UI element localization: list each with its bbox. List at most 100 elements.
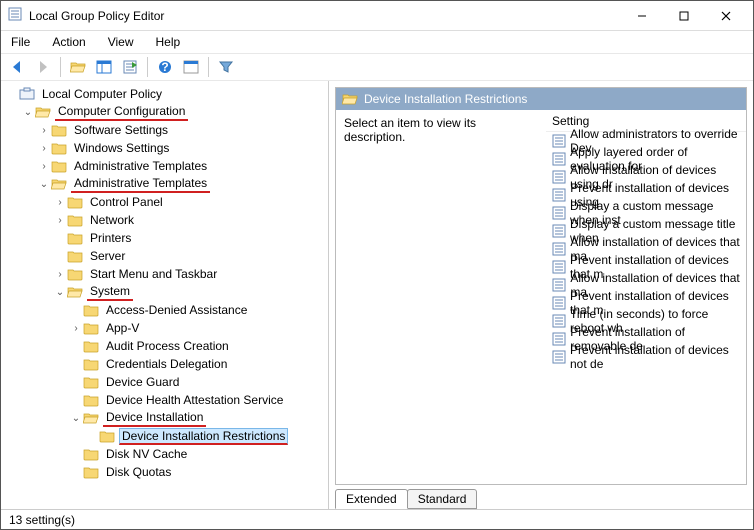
tree-item-app-v[interactable]: › App-V [69,319,328,337]
tree-item-audit-process[interactable]: Audit Process Creation [69,337,328,355]
tree-item-disk-quotas[interactable]: Disk Quotas [69,463,328,481]
root-icon [19,87,35,101]
tree-item-disk-nv-cache[interactable]: Disk NV Cache [69,445,328,463]
tree-item-root[interactable]: Local Computer Policy [5,85,328,103]
up-button[interactable] [66,55,90,79]
tree-view[interactable]: Local Computer Policy ⌄ Computer Configu… [1,81,329,509]
tree-item-start-menu[interactable]: › Start Menu and Taskbar [53,265,328,283]
policy-icon [552,350,566,364]
expand-icon[interactable]: › [37,161,51,172]
tree-item-system[interactable]: ⌄ System [53,283,328,301]
policy-icon [552,206,566,220]
folder-icon [83,375,99,389]
policy-icon [552,170,566,184]
tree-item-control-panel[interactable]: › Control Panel [53,193,328,211]
tree-item-access-denied[interactable]: Access-Denied Assistance [69,301,328,319]
tree-item-label: Start Menu and Taskbar [87,266,220,282]
tree-item-label: Administrative Templates [71,158,210,174]
content-header: Device Installation Restrictions [336,88,746,110]
expand-icon[interactable]: › [53,197,67,208]
tree-item-label: Computer Configuration [55,103,188,121]
app-icon [7,7,23,24]
tree-item-server[interactable]: Server [53,247,328,265]
tree-item-label: Windows Settings [71,140,172,156]
tree-item-label: Software Settings [71,122,171,138]
description-text: Select an item to view its description. [344,116,476,144]
collapse-icon[interactable]: ⌄ [53,287,67,298]
policy-icon [552,278,566,292]
expand-icon[interactable]: › [53,215,67,226]
back-button[interactable] [5,55,29,79]
window-title: Local Group Policy Editor [29,9,621,23]
folder-icon [35,105,51,119]
folder-icon [67,267,83,281]
tree-item-label: Access-Denied Assistance [103,302,250,318]
minimize-button[interactable] [621,2,663,30]
menu-action[interactable]: Action [48,33,89,51]
export-button[interactable] [118,55,142,79]
tree-item-device-installation-restrictions[interactable]: Device Installation Restrictions [85,427,328,445]
close-button[interactable] [705,2,747,30]
tree-item-software-settings[interactable]: › Software Settings [37,121,328,139]
content-title: Device Installation Restrictions [364,92,527,106]
folder-icon [51,177,67,191]
toolbar-separator [147,57,148,77]
tree-item-admin-templates-1[interactable]: › Administrative Templates [37,157,328,175]
toolbar-separator [60,57,61,77]
expand-icon[interactable]: › [37,125,51,136]
menu-file[interactable]: File [7,33,34,51]
tree-item-admin-templates-2[interactable]: ⌄Administrative Templates [37,175,328,193]
collapse-icon[interactable]: ⌄ [21,107,35,118]
help-button[interactable]: ? [153,55,177,79]
tree-item-label: App-V [103,320,142,336]
tree-item-label: Device Guard [103,374,182,390]
tree-item-label: Device Installation Restrictions [119,428,288,445]
maximize-button[interactable] [663,2,705,30]
tree-item-label: System [87,283,133,301]
folder-icon [51,159,67,173]
tab-standard[interactable]: Standard [407,489,478,509]
tree-item-label: Audit Process Creation [103,338,232,354]
setting-name: Prevent installation of devices not de [570,343,740,371]
policy-icon [552,152,566,166]
content-area: Device Installation Restrictions Select … [329,81,753,509]
folder-icon [83,303,99,317]
tree-item-device-guard[interactable]: Device Guard [69,373,328,391]
tree-item-network[interactable]: ›Network [53,211,328,229]
tree-item-printers[interactable]: Printers [53,229,328,247]
tree-item-label: Server [87,248,128,264]
policy-icon [552,242,566,256]
policy-icon [552,134,566,148]
filter-button[interactable] [214,55,238,79]
folder-icon [83,321,99,335]
show-hide-tree-button[interactable] [92,55,116,79]
tree-item-label: Local Computer Policy [39,86,165,102]
tree-item-credentials[interactable]: Credentials Delegation [69,355,328,373]
expand-icon[interactable]: › [69,323,83,334]
tab-extended[interactable]: Extended [335,489,408,509]
folder-icon [83,411,99,425]
properties-button[interactable] [179,55,203,79]
folder-icon [67,231,83,245]
tree-item-label: Device Health Attestation Service [103,392,286,408]
tree-item-label: Control Panel [87,194,166,210]
menu-view[interactable]: View [104,33,138,51]
policy-icon [552,224,566,238]
tree-item-computer-configuration[interactable]: ⌄ Computer Configuration [21,103,328,121]
collapse-icon[interactable]: ⌄ [69,413,83,424]
expand-icon[interactable]: › [37,143,51,154]
menu-help[interactable]: Help [152,33,185,51]
titlebar: Local Group Policy Editor [1,1,753,31]
folder-icon [83,447,99,461]
folder-icon [67,249,83,263]
setting-row[interactable]: Prevent installation of devices not de [546,348,746,366]
collapse-icon[interactable]: ⌄ [37,179,51,190]
tree-item-windows-settings[interactable]: › Windows Settings [37,139,328,157]
forward-button[interactable] [31,55,55,79]
tree-item-device-health[interactable]: Device Health Attestation Service [69,391,328,409]
expand-icon[interactable]: › [53,269,67,280]
settings-list[interactable]: Setting Allow administrators to override… [546,110,746,484]
tree-item-label: Disk NV Cache [103,446,190,462]
policy-icon [552,314,566,328]
tree-item-device-installation[interactable]: ⌄Device Installation [69,409,328,427]
